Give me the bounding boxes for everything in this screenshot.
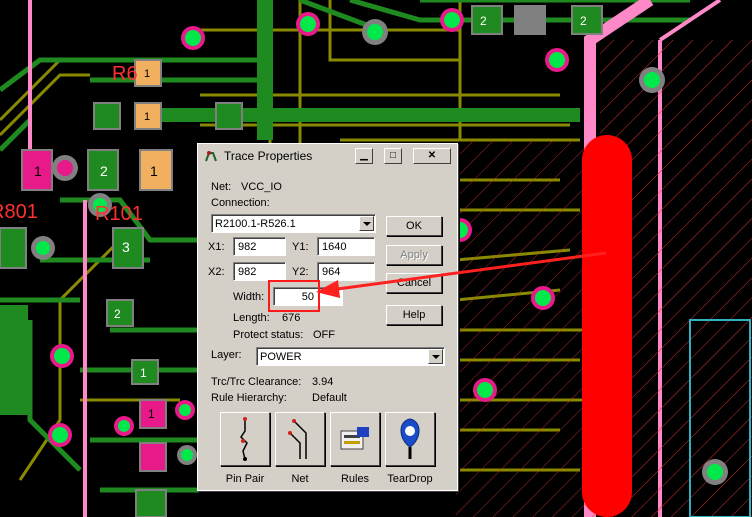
annotation-arrow — [316, 251, 607, 298]
